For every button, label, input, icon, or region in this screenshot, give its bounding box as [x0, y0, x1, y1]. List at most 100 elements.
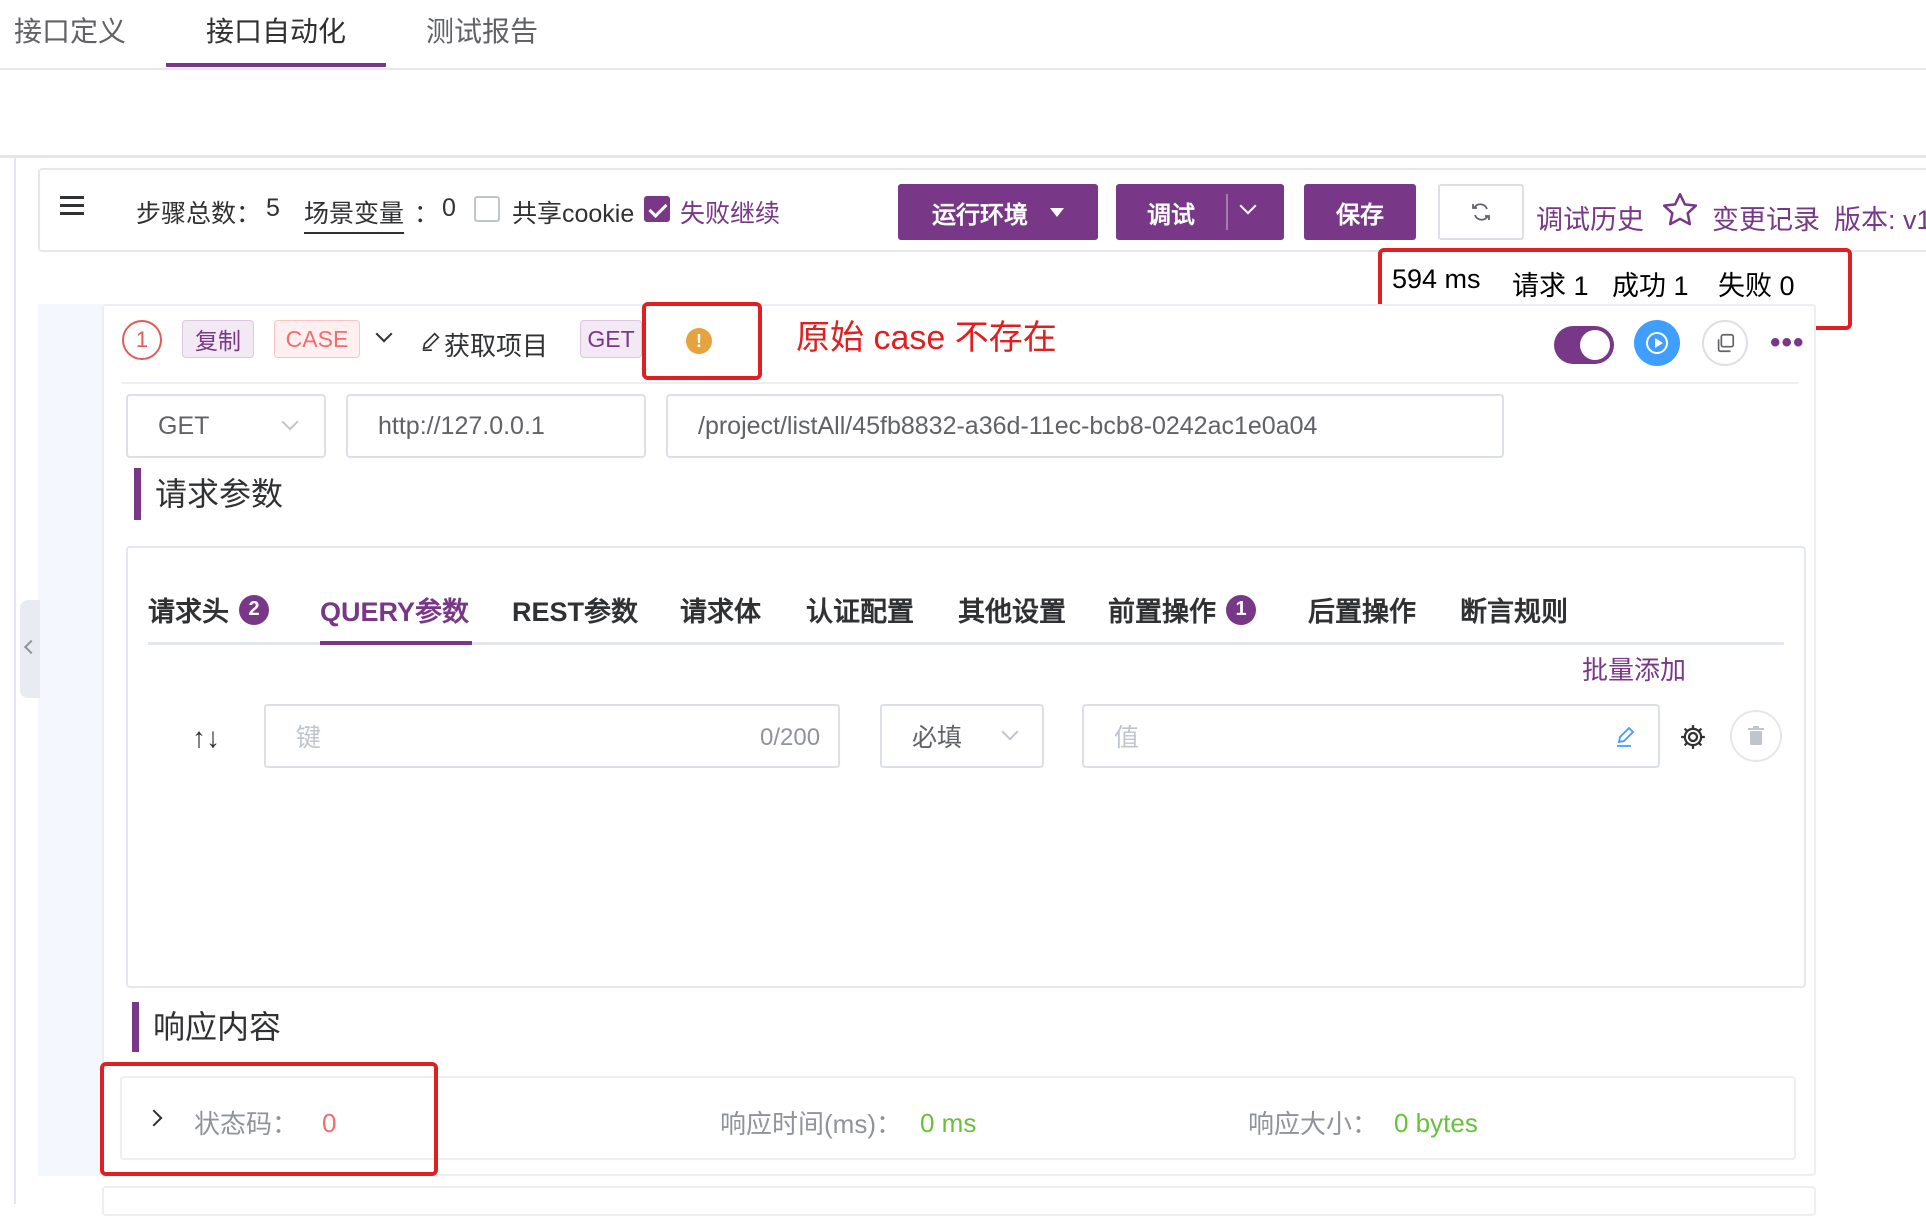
section-title-request-params: 请求参数 [134, 468, 283, 520]
copy-icon [1717, 333, 1735, 353]
divider [1226, 194, 1228, 230]
stat-success: 成功 1 [1612, 271, 1689, 301]
chevron-left-icon [23, 639, 39, 655]
share-cookie-label: 共享cookie [512, 200, 635, 228]
scene-variable-link[interactable]: 场景变量 [304, 194, 405, 234]
active-tab-indicator [166, 63, 386, 67]
play-icon [1646, 332, 1668, 354]
change-record-link[interactable]: 变更记录 [1712, 198, 1820, 237]
tab-label: 断言规则 [1460, 597, 1568, 627]
chevron-down-icon [281, 413, 299, 431]
tab-pre-operations[interactable]: 前置操作 1 [1108, 590, 1256, 629]
run-environment-label: 运行环境 [932, 201, 1028, 229]
fail-continue-checkbox[interactable] [644, 196, 670, 222]
tab-label: 前置操作 [1108, 597, 1216, 627]
step-card [102, 1186, 1816, 1216]
fail-continue-label: 失败继续 [680, 200, 781, 228]
scene-variable-sep: ： [414, 200, 440, 228]
case-tag: CASE [274, 320, 360, 358]
tab-label: 请求体 [680, 597, 761, 627]
refresh-icon [1472, 203, 1490, 221]
copy-step-button[interactable] [1702, 320, 1748, 366]
share-cookie-checkbox[interactable] [474, 196, 500, 222]
scene-variable-count: 0 [442, 194, 456, 222]
param-key-input[interactable]: 键 0/200 [264, 704, 840, 768]
method-select[interactable]: GET [126, 394, 326, 458]
version-label[interactable]: 版本: v1 [1834, 198, 1926, 237]
tab-request-header[interactable]: 请求头 2 [148, 590, 269, 629]
response-size-value: 0 bytes [1394, 1108, 1478, 1138]
tab-request-body[interactable]: 请求体 [680, 590, 761, 629]
menu-icon[interactable] [60, 196, 84, 216]
tab-auth-config[interactable]: 认证配置 [806, 590, 914, 629]
tab-other-settings[interactable]: 其他设置 [958, 590, 1066, 629]
tab-test-report[interactable]: 测试报告 [426, 10, 538, 50]
more-icon[interactable]: ••• [1770, 328, 1805, 358]
collapse-handle[interactable] [20, 600, 40, 698]
caret-down-icon [1050, 207, 1064, 217]
response-time-label: 响应时间(ms)： [720, 1109, 902, 1139]
key-placeholder: 键 [296, 724, 322, 752]
tab-label: 认证配置 [806, 597, 914, 627]
run-environment-button[interactable]: 运行环境 [898, 184, 1098, 240]
chevron-down-icon[interactable] [1239, 197, 1257, 215]
chevron-down-icon [1001, 723, 1019, 741]
scenario-step-background [38, 304, 104, 1176]
debug-button[interactable]: 调试 [1116, 195, 1226, 230]
step-total-value: 5 [266, 194, 280, 222]
tab-label: QUERY参数 [320, 597, 470, 627]
domain-value: http://127.0.0.1 [378, 411, 545, 440]
active-tab-indicator [320, 641, 472, 645]
star-icon[interactable] [1660, 190, 1700, 230]
divider [0, 155, 1926, 158]
batch-add-link[interactable]: 批量添加 [1582, 650, 1686, 687]
tab-rest-params[interactable]: REST参数 [512, 590, 638, 629]
method-tag: GET [580, 320, 642, 358]
stat-duration: 594 ms [1392, 264, 1481, 294]
run-step-button[interactable] [1634, 320, 1680, 366]
debug-split-button: 调试 [1116, 184, 1284, 240]
step-number: 1 [122, 320, 162, 360]
tab-query-params[interactable]: QUERY参数 [320, 590, 469, 629]
edit-icon[interactable] [1614, 724, 1638, 748]
enable-toggle[interactable] [1554, 326, 1614, 364]
path-value: /project/listAll/45fb8832-a36d-11ec-bcb8… [698, 411, 1318, 440]
method-value: GET [158, 411, 210, 440]
stat-requests: 请求 1 [1512, 271, 1589, 301]
response-time-value: 0 ms [920, 1108, 977, 1138]
scenario-toolbar: 步骤总数： 5 场景变量 ： 0 共享cookie 失败继续 运行环境 调试 保… [38, 168, 1926, 252]
tab-api-definition[interactable]: 接口定义 [14, 10, 126, 50]
tab-label: 后置操作 [1308, 597, 1416, 627]
delete-param-button[interactable] [1730, 710, 1782, 762]
sort-arrows-icon[interactable]: ↑↓ [192, 722, 220, 754]
tab-api-automation[interactable]: 接口自动化 [206, 10, 346, 50]
tab-label: REST参数 [512, 597, 639, 627]
divider [122, 382, 1798, 384]
edit-icon[interactable] [420, 330, 442, 352]
tab-post-operations[interactable]: 后置操作 [1308, 590, 1416, 629]
response-size-label: 响应大小： [1248, 1109, 1379, 1139]
trash-icon [1748, 726, 1764, 745]
path-input[interactable]: /project/listAll/45fb8832-a36d-11ec-bcb8… [666, 394, 1504, 458]
value-placeholder: 值 [1114, 724, 1140, 752]
section-title-response: 响应内容 [132, 1002, 281, 1052]
warning-icon[interactable]: ! [686, 328, 712, 354]
required-select[interactable]: 必填 [880, 704, 1044, 768]
annotation-box [100, 1062, 438, 1176]
required-value: 必填 [912, 724, 963, 752]
annotation-text: 原始 case 不存在 [796, 319, 1057, 357]
refresh-button[interactable] [1438, 184, 1524, 240]
tab-assertion-rules[interactable]: 断言规则 [1460, 590, 1568, 629]
copy-tag: 复制 [182, 320, 254, 358]
debug-history-link[interactable]: 调试历史 [1536, 198, 1644, 237]
save-button[interactable]: 保存 [1304, 184, 1416, 240]
domain-input[interactable]: http://127.0.0.1 [346, 394, 646, 458]
count-badge: 1 [1226, 594, 1256, 625]
count-badge: 2 [239, 594, 269, 625]
step-total-label: 步骤总数： [136, 200, 262, 228]
key-char-counter: 0/200 [760, 724, 821, 751]
gear-icon[interactable] [1678, 722, 1708, 752]
param-value-input[interactable]: 值 [1082, 704, 1660, 768]
stat-fail: 失败 0 [1718, 271, 1795, 301]
step-name[interactable]: 获取项目 [444, 326, 548, 363]
